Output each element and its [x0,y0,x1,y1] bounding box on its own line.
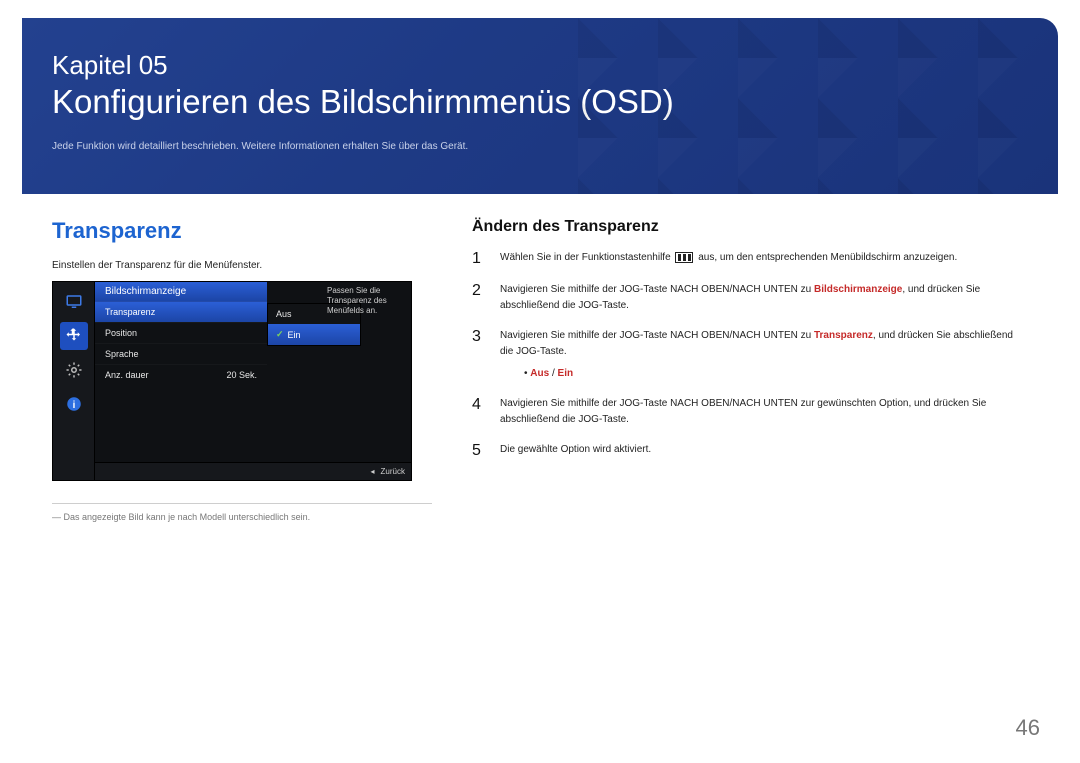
chapter-number: Kapitel 05 [52,50,1028,81]
back-arrow-icon: ◂ [371,467,375,476]
page-number: 46 [1016,715,1040,741]
highlight-term: Transparenz [814,330,873,341]
monitor-icon [60,288,88,316]
step-2: 2 Navigieren Sie mithilfe der JOG-Taste … [472,282,1028,314]
step-text: Die gewählte Option wird aktiviert. [500,442,1028,458]
step-number: 4 [472,396,486,414]
option-aus: Aus [530,368,549,379]
text-fragment: Navigieren Sie mithilfe der JOG-Taste NA… [500,330,814,341]
osd-tip: Passen Sie die Transparenz des Menüfelds… [327,286,405,316]
osd-footer: ◂ Zurück [95,462,411,480]
osd-row-transparenz: Transparenz [95,301,267,322]
section-description: Einstellen der Transparenz für die Menüf… [52,260,432,271]
step-3: 3 Navigieren Sie mithilfe der JOG-Taste … [472,328,1028,382]
content-area: Transparenz Einstellen der Transparenz f… [22,194,1058,522]
osd-option-label: Aus [276,309,292,319]
osd-row-sprache: Sprache [95,343,267,364]
menu-icon [675,252,693,263]
section-heading: Transparenz [52,218,432,244]
option-ein: Ein [558,368,574,379]
move-icon [60,322,88,350]
text-fragment: Wählen Sie in der Funktionstastenhilfe [500,252,673,263]
divider [52,503,432,504]
text-fragment: / [549,368,557,379]
steps-list: 1 Wählen Sie in der Funktionstastenhilfe… [472,250,1028,460]
text-fragment: Navigieren Sie mithilfe der JOG-Taste NA… [500,284,814,295]
osd-row-value: 20 Sek. [226,370,257,380]
step-text: Navigieren Sie mithilfe der JOG-Taste NA… [500,328,1028,382]
osd-menu-column: Transparenz Position Sprache Anz. dauer 2… [95,301,267,385]
osd-sidebar: i [53,282,95,480]
chapter-banner: Kapitel 05 Konfigurieren des Bildschirmm… [22,18,1058,194]
osd-screenshot: i Bildschirmanzeige Transparenz Position… [52,281,412,481]
page: Kapitel 05 Konfigurieren des Bildschirmm… [0,0,1080,763]
osd-row-label: Sprache [105,349,139,359]
svg-text:i: i [72,400,75,411]
osd-row-position: Position [95,322,267,343]
chapter-title: Konfigurieren des Bildschirmmenüs (OSD) [52,83,1028,121]
text-fragment: aus, um den entsprechenden Menübildschir… [698,252,957,263]
subsection-heading: Ändern des Transparenz [472,218,1028,236]
highlight-term: Bildschirmanzeige [814,284,902,295]
step-number: 5 [472,442,486,460]
step-1: 1 Wählen Sie in der Funktionstastenhilfe… [472,250,1028,268]
step-number: 1 [472,250,486,268]
left-column: Transparenz Einstellen der Transparenz f… [52,218,432,522]
step-number: 3 [472,328,486,346]
step-5: 5 Die gewählte Option wird aktiviert. [472,442,1028,460]
step-text: Navigieren Sie mithilfe der JOG-Taste NA… [500,396,1028,428]
info-icon: i [60,390,88,418]
osd-row-label: Transparenz [105,307,155,317]
chapter-subtitle: Jede Funktion wird detailliert beschrieb… [52,141,1028,152]
check-icon: ✓ [276,329,284,340]
step-number: 2 [472,282,486,300]
step-text: Wählen Sie in der Funktionstastenhilfe a… [500,250,1028,266]
gear-icon [60,356,88,384]
osd-option-label: Ein [288,330,301,340]
footnote: Das angezeigte Bild kann je nach Modell … [52,512,432,522]
step-4: 4 Navigieren Sie mithilfe der JOG-Taste … [472,396,1028,428]
step-text: Navigieren Sie mithilfe der JOG-Taste NA… [500,282,1028,314]
osd-row-anzdauer: Anz. dauer 20 Sek. [95,364,267,385]
right-column: Ändern des Transparenz 1 Wählen Sie in d… [472,218,1028,522]
osd-row-label: Anz. dauer [105,370,149,380]
step-bullet: Aus / Ein [524,366,1028,382]
osd-main: Bildschirmanzeige Transparenz Position S… [95,282,411,480]
osd-row-label: Position [105,328,137,338]
osd-header: Bildschirmanzeige [95,282,267,301]
osd-back-label: Zurück [381,467,405,476]
osd-option-ein: ✓ Ein [268,324,360,345]
